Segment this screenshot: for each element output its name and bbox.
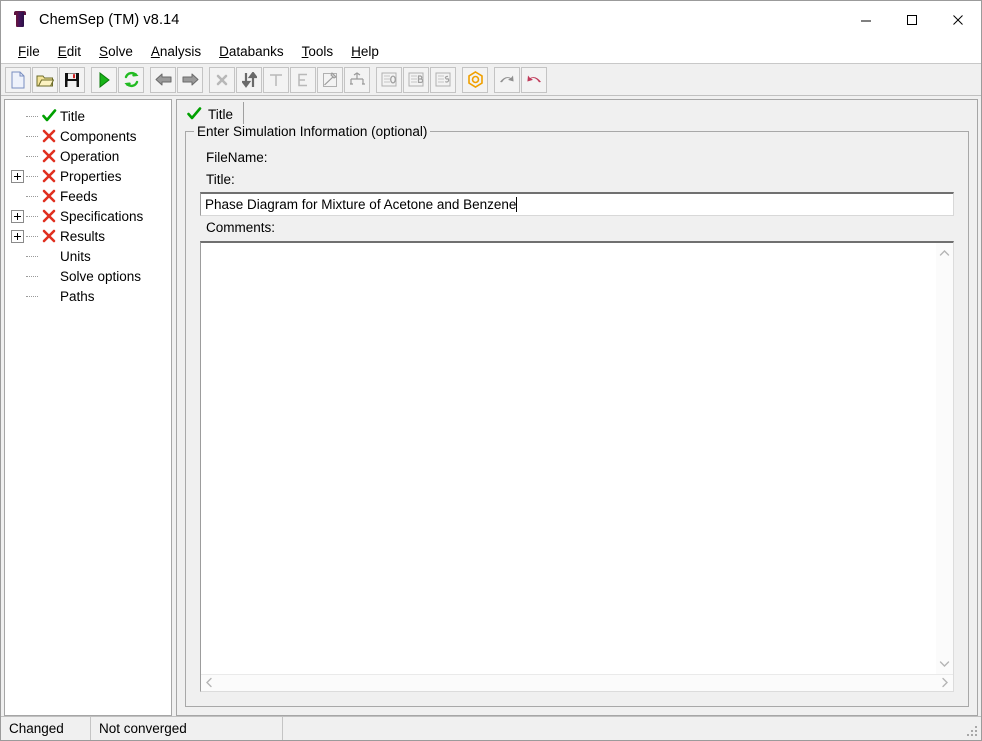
refresh-icon[interactable] (118, 66, 144, 93)
check-icon (187, 107, 202, 121)
sidebar-item-specifications[interactable]: Specifications (5, 206, 171, 226)
status-changed: Changed (1, 717, 91, 740)
content-pane: Title Enter Simulation Information (opti… (176, 99, 978, 716)
arrow-left-icon[interactable] (150, 66, 176, 93)
status-converged: Not converged (91, 717, 283, 740)
comments-horizontal-scrollbar[interactable] (201, 674, 953, 691)
sidebar-item-feeds[interactable]: Feeds (5, 186, 171, 206)
sidebar-item-properties[interactable]: Properties (5, 166, 171, 186)
close-x-icon (209, 66, 235, 93)
chevron-down-icon[interactable] (939, 658, 950, 670)
cross-icon (40, 229, 58, 243)
plot-pen-icon (317, 66, 343, 93)
chevron-left-icon[interactable] (205, 677, 213, 690)
tab-strip: Title (177, 100, 977, 126)
menu-bar: File Edit Solve Analysis Databanks Tools… (1, 39, 981, 64)
flowsheet-icon (344, 66, 370, 93)
redo-arrow-icon[interactable] (494, 66, 520, 93)
cross-icon (40, 129, 58, 143)
report-o-icon (376, 66, 402, 93)
properties-hex-icon[interactable] (462, 66, 488, 93)
sort-updown-icon[interactable] (236, 66, 262, 93)
open-folder-icon[interactable] (32, 66, 58, 93)
expand-plus-icon[interactable] (11, 229, 24, 243)
minimize-button[interactable] (843, 1, 889, 39)
sidebar-item-paths[interactable]: Paths (5, 286, 171, 306)
tab-label: Title (208, 106, 234, 122)
sidebar-item-components[interactable]: Components (5, 126, 171, 146)
chemsep-flask-icon (13, 11, 29, 29)
status-message (283, 717, 981, 740)
expand-plus-icon[interactable] (11, 209, 24, 223)
comments-label: Comments: (206, 220, 276, 235)
navigation-tree[interactable]: Title Components Operation Properties Fe… (4, 99, 172, 716)
tab-title[interactable]: Title (181, 102, 245, 126)
sidebar-item-units[interactable]: Units (5, 246, 171, 266)
arrow-right-icon[interactable] (177, 66, 203, 93)
expand-plus-icon[interactable] (11, 169, 24, 183)
sidebar-item-title[interactable]: Title (5, 106, 171, 126)
sidebar-item-label: Properties (60, 168, 122, 184)
sidebar-item-label: Title (60, 108, 86, 124)
simulation-info-groupbox: Enter Simulation Information (optional) … (185, 124, 969, 707)
comments-field-wrapper (200, 241, 954, 692)
sidebar-item-label: Operation (60, 148, 120, 164)
maximize-button[interactable] (889, 1, 935, 39)
status-bar: Changed Not converged (1, 716, 981, 740)
menu-edit[interactable]: Edit (49, 42, 90, 61)
groupbox-title: Enter Simulation Information (optional) (194, 124, 431, 139)
menu-solve[interactable]: Solve (90, 42, 142, 61)
cross-icon (40, 149, 58, 163)
menu-help[interactable]: Help (342, 42, 388, 61)
cross-icon (40, 209, 58, 223)
chevron-right-icon[interactable] (941, 677, 949, 690)
title-label: Title: (206, 172, 235, 187)
sidebar-item-label: Results (60, 228, 106, 244)
sidebar-item-label: Paths (60, 288, 95, 304)
menu-databanks[interactable]: Databanks (210, 42, 293, 61)
title-input[interactable]: Phase Diagram for Mixture of Acetone and… (200, 192, 954, 216)
toolbar (1, 64, 981, 96)
comments-input[interactable] (201, 243, 936, 674)
menu-file[interactable]: File (9, 42, 49, 61)
sidebar-item-solve-options[interactable]: Solve options (5, 266, 171, 286)
check-icon (40, 109, 58, 123)
report-s-icon (430, 66, 456, 93)
window-title: ChemSep (TM) v8.14 (39, 12, 180, 28)
sidebar-item-operation[interactable]: Operation (5, 146, 171, 166)
chevron-up-icon[interactable] (939, 247, 950, 259)
window-controls (843, 1, 981, 39)
cross-icon (40, 189, 58, 203)
close-button[interactable] (935, 1, 981, 39)
sidebar-item-label: Specifications (60, 208, 144, 224)
save-disk-icon[interactable] (59, 66, 85, 93)
new-file-icon[interactable] (5, 66, 31, 93)
chemsep-application-window: ChemSep (TM) v8.14 File Edit Solve Analy… (0, 0, 982, 741)
editor-e-icon (290, 66, 316, 93)
cross-icon (40, 169, 58, 183)
comments-vertical-scrollbar[interactable] (936, 243, 953, 674)
sidebar-item-label: Units (60, 248, 91, 264)
run-play-icon[interactable] (91, 66, 117, 93)
resize-grip-icon[interactable] (965, 724, 979, 738)
report-b-icon (403, 66, 429, 93)
table-t-icon (263, 66, 289, 93)
undo-arrow-icon[interactable] (521, 66, 547, 93)
main-body: Title Components Operation Properties Fe… (1, 96, 981, 716)
sidebar-item-label: Components (60, 128, 137, 144)
menu-tools[interactable]: Tools (293, 42, 343, 61)
sidebar-item-results[interactable]: Results (5, 226, 171, 246)
title-input-value: Phase Diagram for Mixture of Acetone and… (205, 197, 517, 212)
menu-analysis[interactable]: Analysis (142, 42, 210, 61)
sidebar-item-label: Solve options (60, 268, 142, 284)
text-caret (516, 197, 518, 212)
title-bar: ChemSep (TM) v8.14 (1, 1, 981, 39)
sidebar-item-label: Feeds (60, 188, 98, 204)
filename-label: FileName: (206, 150, 268, 165)
